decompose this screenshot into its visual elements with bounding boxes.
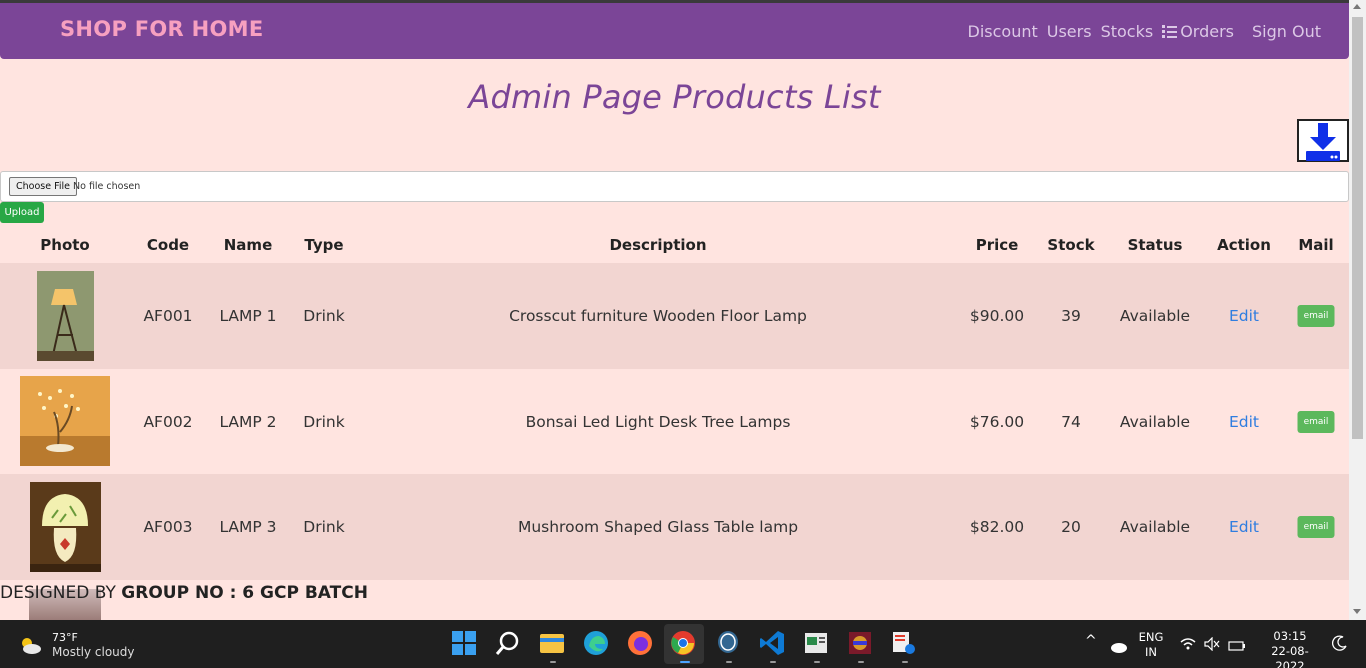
nav-links: Discount Users Stocks Orders Sign Out [959, 22, 1322, 41]
git-icon[interactable] [891, 630, 919, 658]
cell-type: Drink [303, 518, 345, 536]
vscode-icon[interactable] [759, 630, 787, 658]
browser-viewport: SHOP FOR HOME Discount Users Stocks Orde… [0, 0, 1366, 620]
search-icon[interactable] [495, 630, 523, 658]
cell-code: AF001 [143, 307, 193, 325]
footer-credit: DESIGNED BY GROUP NO : 6 GCP BATCH [0, 583, 368, 603]
clock-time[interactable]: 03:15 [1258, 629, 1322, 644]
header-action: Action [1217, 236, 1271, 254]
table-row: AF001 LAMP 1 Drink Crosscut furniture Wo… [0, 263, 1349, 369]
cell-description: Crosscut furniture Wooden Floor Lamp [509, 307, 807, 325]
cell-code: AF003 [143, 518, 193, 536]
cell-type: Drink [303, 307, 345, 325]
download-button[interactable] [1297, 119, 1349, 162]
product-photo [37, 271, 94, 361]
partly-cloudy-icon [22, 638, 41, 654]
file-explorer-icon[interactable] [539, 630, 567, 658]
cell-price: $76.00 [969, 413, 1025, 431]
product-photo [20, 376, 110, 466]
page-title: Admin Page Products List [468, 78, 881, 116]
game-icon[interactable] [847, 630, 875, 658]
nav-link-orders-label: Orders [1180, 22, 1234, 41]
scroll-thumb[interactable] [1352, 17, 1363, 439]
weather-widget[interactable]: 73°F Mostly cloudy [18, 630, 135, 660]
download-icon [1306, 123, 1340, 161]
cell-status: Available [1119, 518, 1191, 536]
scroll-down-arrow-icon[interactable] [1353, 609, 1361, 614]
firefox-icon[interactable] [627, 630, 655, 658]
start-icon[interactable] [451, 630, 479, 658]
cell-price: $90.00 [969, 307, 1025, 325]
header-type: Type [304, 236, 344, 254]
list-icon [1162, 25, 1178, 38]
product-photo [30, 482, 101, 572]
edit-link[interactable]: Edit [1229, 518, 1259, 536]
clock-date[interactable]: 22-08-2022 [1258, 644, 1322, 668]
language-primary[interactable]: ENG [1134, 630, 1168, 645]
cell-stock: 20 [1061, 518, 1081, 536]
weather-temp: 73°F [52, 631, 78, 644]
nav-link-discount[interactable]: Discount [968, 22, 1038, 41]
mushroom-lamp-image [30, 482, 101, 572]
file-status-text: No file chosen [73, 181, 141, 192]
nav-link-stocks[interactable]: Stocks [1101, 22, 1154, 41]
cell-stock: 39 [1061, 307, 1081, 325]
cell-status: Available [1119, 413, 1191, 431]
nav-link-users[interactable]: Users [1047, 22, 1092, 41]
cell-price: $82.00 [969, 518, 1025, 536]
vertical-scrollbar[interactable] [1349, 0, 1366, 620]
header-stock: Stock [1047, 236, 1095, 254]
tree-lamp-image [20, 376, 110, 466]
postgres-icon[interactable] [715, 630, 743, 658]
floor-lamp-image [37, 271, 94, 361]
chevron-up-icon[interactable]: ^ [1085, 634, 1097, 649]
onedrive-icon[interactable] [1109, 638, 1127, 657]
table-row: AF002 LAMP 2 Drink Bonsai Led Light Desk… [0, 369, 1349, 474]
footer-group: GROUP NO : 6 GCP BATCH [121, 583, 368, 603]
header-name: Name [223, 236, 273, 254]
header-price: Price [975, 236, 1019, 254]
wifi-icon[interactable] [1180, 636, 1196, 655]
email-button[interactable]: email [1297, 411, 1335, 433]
footer-prefix: DESIGNED BY [0, 583, 122, 603]
chrome-icon[interactable] [670, 630, 698, 658]
edit-link[interactable]: Edit [1229, 413, 1259, 431]
navbar: SHOP FOR HOME Discount Users Stocks Orde… [0, 3, 1349, 59]
cell-description: Mushroom Shaped Glass Table lamp [517, 518, 799, 536]
choose-file-button[interactable]: Choose File [9, 177, 77, 196]
file-input[interactable]: Choose File No file chosen [0, 171, 1349, 202]
battery-icon[interactable] [1228, 637, 1246, 656]
volume-muted-icon[interactable] [1204, 636, 1220, 655]
cell-name: LAMP 3 [219, 518, 277, 536]
cell-status: Available [1119, 307, 1191, 325]
cell-stock: 74 [1061, 413, 1081, 431]
taskbar: 73°F Mostly cloudy ^ ENG IN 03:15 22-08-… [0, 620, 1366, 668]
cell-name: LAMP 2 [219, 413, 277, 431]
header-mail: Mail [1298, 236, 1334, 254]
cell-name: LAMP 1 [219, 307, 277, 325]
language-region[interactable]: IN [1134, 645, 1168, 660]
cell-description: Bonsai Led Light Desk Tree Lamps [525, 413, 791, 431]
header-code: Code [146, 236, 190, 254]
table-row: AF003 LAMP 3 Drink Mushroom Shaped Glass… [0, 474, 1349, 580]
brand-logo-text[interactable]: SHOP FOR HOME [60, 17, 264, 41]
weather-description: Mostly cloudy [52, 645, 135, 659]
email-button[interactable]: email [1297, 516, 1335, 538]
notifications-icon[interactable] [1331, 635, 1348, 655]
app-icon[interactable] [803, 630, 831, 658]
scroll-up-arrow-icon[interactable] [1353, 4, 1361, 9]
edit-link[interactable]: Edit [1229, 307, 1259, 325]
header-description: Description [609, 236, 707, 254]
email-button[interactable]: email [1297, 305, 1335, 327]
table-header: Photo Code Name Type Description Price S… [0, 226, 1349, 263]
upload-button[interactable]: Upload [0, 202, 44, 223]
edge-icon[interactable] [583, 630, 611, 658]
header-photo: Photo [40, 236, 90, 254]
header-status: Status [1127, 236, 1183, 254]
nav-link-orders[interactable]: Orders [1162, 22, 1234, 41]
nav-link-sign-out[interactable]: Sign Out [1252, 22, 1321, 41]
cell-code: AF002 [143, 413, 193, 431]
cell-type: Drink [303, 413, 345, 431]
